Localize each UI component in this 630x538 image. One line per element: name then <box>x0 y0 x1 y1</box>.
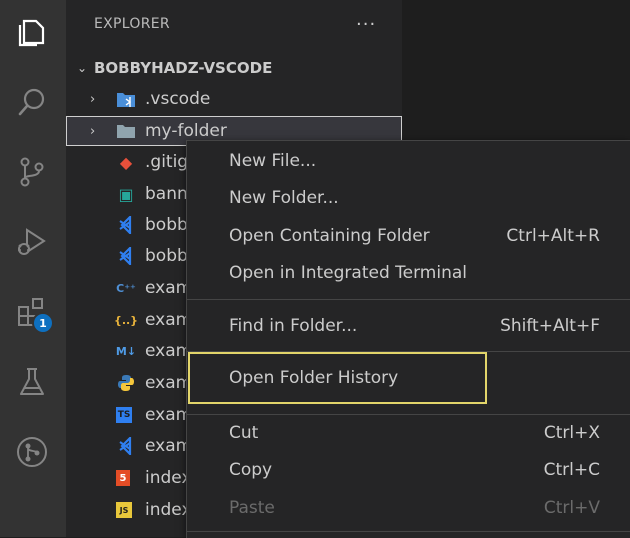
menu-item-shortcut: Ctrl+X <box>543 423 600 443</box>
tree-item-label: bobb <box>145 215 188 235</box>
workspace-name: BOBBYHADZ-VSCODE <box>94 59 273 77</box>
menu-item-label: Cut <box>229 423 259 443</box>
html-icon: 5 <box>116 470 130 486</box>
menu-item-open-folder-history[interactable]: Open Folder History <box>188 352 487 404</box>
menu-item-new-folder[interactable]: New Folder... <box>187 180 630 216</box>
menu-item-shortcut: Ctrl+Alt+R <box>506 226 600 246</box>
folder-icon <box>116 121 136 141</box>
menu-item-open-containing-folder[interactable]: Open Containing Folder Ctrl+Alt+R <box>187 218 630 254</box>
menu-item-shortcut: Shift+Alt+F <box>500 316 600 336</box>
menu-item-shortcut: Ctrl+V <box>543 498 600 518</box>
menu-item-paste: Paste Ctrl+V <box>187 490 630 526</box>
menu-item-find-in-folder[interactable]: Find in Folder... Shift+Alt+F <box>187 308 630 344</box>
context-menu: New File... New Folder... Open Containin… <box>186 140 630 538</box>
testing-flask-icon[interactable] <box>12 362 52 402</box>
menu-item-new-file[interactable]: New File... <box>187 143 630 179</box>
tree-item-label: .gitig <box>145 152 189 172</box>
markdown-icon: M↓ <box>115 344 137 358</box>
explorer-title: EXPLORER <box>94 16 170 32</box>
typescript-icon: TS <box>116 407 132 423</box>
menu-separator <box>187 531 630 532</box>
more-actions-icon[interactable]: ··· <box>356 14 376 35</box>
explorer-icon[interactable] <box>12 12 52 52</box>
menu-item-label: Open Containing Folder <box>229 226 430 246</box>
cpp-icon: C⁺⁺ <box>116 281 136 295</box>
menu-item-copy[interactable]: Copy Ctrl+C <box>187 452 630 488</box>
run-debug-icon[interactable] <box>12 222 52 262</box>
menu-separator <box>187 299 630 300</box>
menu-item-label: New Folder... <box>229 188 339 208</box>
python-icon <box>116 373 136 393</box>
git-icon: ◆ <box>119 152 133 172</box>
activity-bar: 1 <box>0 0 66 537</box>
menu-item-label: Open Folder History <box>229 368 399 388</box>
chevron-down-icon: ⌄ <box>76 61 88 75</box>
vscode-file-icon <box>116 246 136 266</box>
extensions-badge: 1 <box>32 312 54 334</box>
chevron-right-icon: › <box>90 91 96 107</box>
menu-item-label: Paste <box>229 498 275 518</box>
menu-item-label: Find in Folder... <box>229 316 358 336</box>
menu-item-label: Open in Integrated Terminal <box>229 263 467 283</box>
workspace-header[interactable]: ⌄ BOBBYHADZ-VSCODE <box>66 56 402 80</box>
git-graph-icon[interactable] <box>12 432 52 472</box>
menu-item-cut[interactable]: Cut Ctrl+X <box>187 415 630 451</box>
json-icon: {..} <box>113 313 139 327</box>
javascript-icon: JS <box>116 502 132 518</box>
menu-item-label: New File... <box>229 151 317 171</box>
vscode-file-icon <box>116 215 136 235</box>
tree-item-folder[interactable]: › .vscode <box>66 84 402 114</box>
source-control-icon[interactable] <box>12 152 52 192</box>
vscode-folder-icon <box>116 89 136 109</box>
menu-item-shortcut: Ctrl+C <box>543 460 600 480</box>
tree-item-label: .vscode <box>145 89 211 109</box>
tree-item-label: bann <box>145 184 188 204</box>
tree-item-label: my-folder <box>145 121 227 141</box>
menu-item-open-integrated-terminal[interactable]: Open in Integrated Terminal <box>187 255 630 291</box>
chevron-right-icon: › <box>90 123 96 139</box>
menu-item-label: Copy <box>229 460 273 480</box>
tree-item-label: bobb <box>145 246 188 266</box>
tree-item-label: index <box>145 500 192 520</box>
tree-item-label: index <box>145 468 192 488</box>
vscode-file-icon <box>116 436 136 456</box>
image-icon: ▣ <box>118 184 134 204</box>
search-icon[interactable] <box>12 82 52 122</box>
